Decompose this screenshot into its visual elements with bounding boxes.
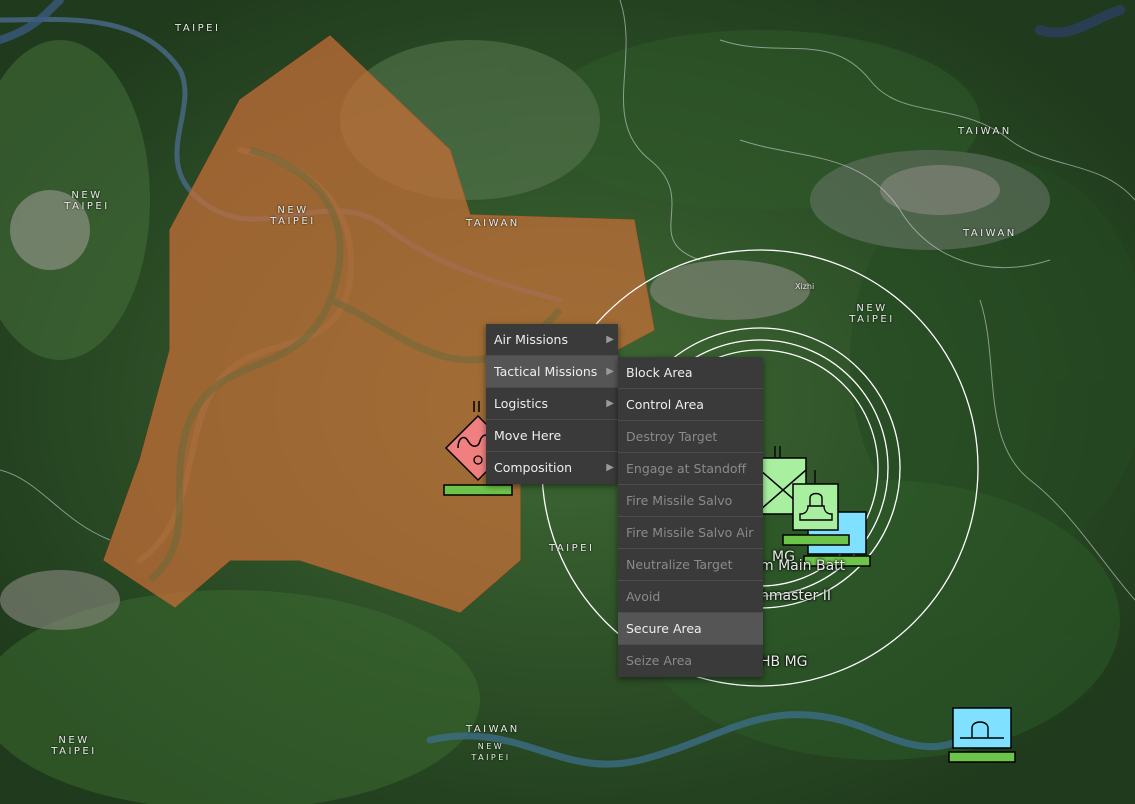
menu-item-tactical-missions[interactable]: Tactical Missions ▶ (486, 356, 618, 388)
menu-item-air-missions[interactable]: Air Missions ▶ (486, 324, 618, 356)
place-label-taipei: TAIPEI (549, 543, 595, 554)
submenu-item-destroy-target: Destroy Target (618, 421, 763, 453)
place-label-xizhi: Xizhi (795, 282, 815, 291)
submenu-item-secure-area[interactable]: Secure Area (618, 613, 763, 645)
place-label-taiwan: TAIWAN (466, 218, 520, 229)
hostile-health-bar (443, 484, 513, 496)
place-label-new-taipei: NEW TAIPEI (849, 303, 895, 325)
place-label-new-taipei: NEW TAIPEI (64, 190, 110, 212)
chevron-right-icon: ▶ (606, 462, 614, 473)
unit-label: m Main Batt (760, 558, 846, 574)
context-menu: Air Missions ▶ Tactical Missions ▶ Logis… (486, 324, 618, 484)
place-label-taiwan: TAIWAN (958, 126, 1012, 137)
submenu-item-fire-missile-salvo-air: Fire Missile Salvo Air (618, 517, 763, 549)
tactical-missions-submenu: Block Area Control Area Destroy Target E… (618, 357, 763, 677)
submenu-item-neutralize-target: Neutralize Target (618, 549, 763, 581)
friendly-health-bar (948, 751, 1016, 763)
friendly-armor-icon[interactable] (952, 707, 1012, 749)
place-label-taiwan: TAIWAN (963, 228, 1017, 239)
submenu-item-engage-at-standoff: Engage at Standoff (618, 453, 763, 485)
menu-item-label: Tactical Missions (494, 364, 598, 379)
chevron-right-icon: ▶ (606, 398, 614, 409)
submenu-item-block-area[interactable]: Block Area (618, 357, 763, 389)
menu-item-label: Logistics (494, 396, 549, 411)
menu-item-label: Composition (494, 460, 573, 475)
place-label-new-taipei: NEW TAIPEI (270, 205, 316, 227)
menu-item-label: Move Here (494, 428, 562, 443)
menu-item-move-here[interactable]: Move Here (486, 420, 618, 452)
unit-label: hmaster II (760, 588, 831, 604)
submenu-item-fire-missile-salvo: Fire Missile Salvo (618, 485, 763, 517)
place-label-taiwan: TAIWAN (466, 724, 520, 735)
chevron-right-icon: ▶ (606, 334, 614, 345)
submenu-item-avoid: Avoid (618, 581, 763, 613)
place-label-new-taipei: NEW TAIPEI (51, 735, 97, 757)
place-label-new-taipei: NEW TAIPEI (471, 742, 511, 762)
place-label-taipei: TAIPEI (175, 23, 221, 34)
submenu-item-seize-area: Seize Area (626, 653, 693, 668)
unit-label: HB MG (760, 654, 808, 670)
chevron-right-icon: ▶ (606, 366, 614, 377)
menu-item-composition[interactable]: Composition ▶ (486, 452, 618, 484)
submenu-item-control-area[interactable]: Control Area (618, 389, 763, 421)
friendly-health-bar (782, 534, 850, 546)
menu-item-label: Air Missions (494, 332, 568, 347)
menu-item-logistics[interactable]: Logistics ▶ (486, 388, 618, 420)
